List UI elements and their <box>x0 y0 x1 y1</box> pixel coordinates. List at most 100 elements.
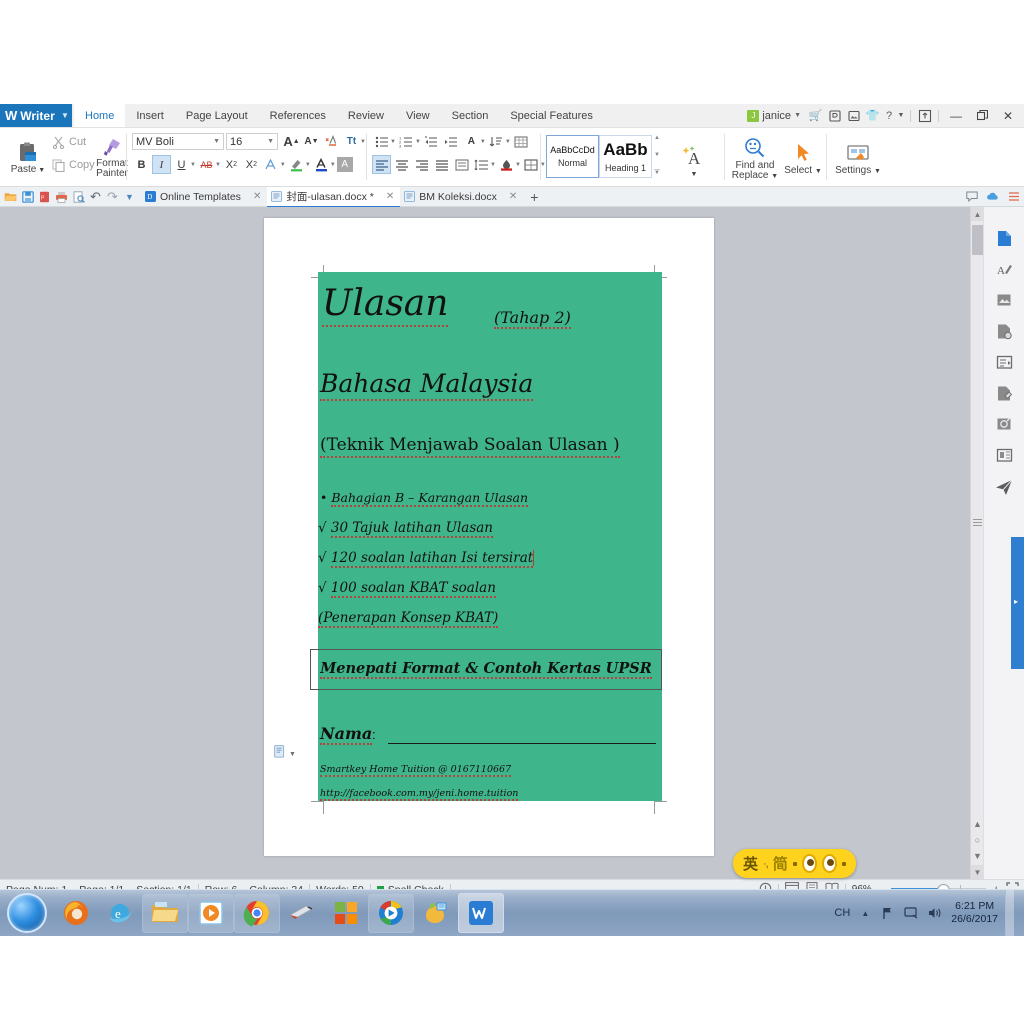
taskbar-item-chrome[interactable] <box>234 893 280 933</box>
taskbar-item-wps-writer[interactable] <box>458 893 504 933</box>
chevron-down-icon[interactable]: ▼ <box>390 139 396 145</box>
doc-tab-bm-koleksi[interactable]: BM Koleksi.docx ✕ <box>400 187 523 206</box>
taskbar-clock[interactable]: 6:21 PM 26/6/2017 <box>951 900 998 926</box>
chevron-down-icon[interactable]: ▼ <box>280 162 286 168</box>
doc-tab-online-templates[interactable]: D Online Templates ✕ <box>141 187 267 206</box>
ime-lang-label[interactable]: 简 <box>773 853 788 874</box>
taskbar-item-media-player[interactable] <box>188 893 234 933</box>
chevron-down-icon[interactable]: ▼ <box>480 139 486 145</box>
character-border-icon[interactable] <box>262 155 281 174</box>
chevron-down-icon[interactable]: ▼ <box>490 162 496 168</box>
increase-indent-icon[interactable] <box>442 132 461 151</box>
account-button[interactable]: J janice ▼ <box>747 110 801 122</box>
volume-icon[interactable] <box>926 905 942 921</box>
cart-icon[interactable]: 🛒 <box>807 107 824 124</box>
paragraph-shading-icon[interactable] <box>497 155 516 174</box>
text-shading-icon[interactable]: A <box>337 157 353 172</box>
brand-caret-icon[interactable]: ▼ <box>58 104 72 127</box>
justify-icon[interactable] <box>432 155 451 174</box>
redo-icon[interactable]: ↷ <box>105 188 120 205</box>
sort-icon[interactable] <box>487 132 506 151</box>
tray-language-indicator[interactable]: CH <box>834 907 850 919</box>
image-icon[interactable] <box>845 107 862 124</box>
restore-button[interactable] <box>970 105 994 126</box>
ribbon-tab-view[interactable]: View <box>395 104 441 127</box>
styles-more[interactable]: ▼ <box>654 169 660 176</box>
ribbon-tab-page-layout[interactable]: Page Layout <box>175 104 259 127</box>
strikethrough-button[interactable]: AB <box>197 155 216 174</box>
send-icon[interactable] <box>984 471 1024 502</box>
taskbar-item-microsoft-store[interactable] <box>324 893 368 933</box>
chevron-down-icon[interactable]: ▼ <box>215 162 221 168</box>
new-style-button[interactable]: A ▼ <box>670 135 718 189</box>
decrease-indent-icon[interactable] <box>422 132 441 151</box>
help-caret-icon[interactable]: ▼ <box>897 107 905 124</box>
skin-icon[interactable]: 👕 <box>864 107 881 124</box>
font-size-select[interactable]: 16 ▼ <box>226 133 278 150</box>
copy-button[interactable]: Copy <box>52 156 95 174</box>
font-family-select[interactable]: MV Boli ▼ <box>132 133 224 150</box>
font-color-icon[interactable] <box>312 155 331 174</box>
ribbon-tab-review[interactable]: Review <box>337 104 395 127</box>
taskbar-item-file-explorer[interactable] <box>142 893 188 933</box>
show-desktop-button[interactable] <box>1005 890 1014 936</box>
bullet-list-icon[interactable] <box>372 132 391 151</box>
picture-pane-icon[interactable] <box>984 285 1024 316</box>
chart-pane-icon[interactable] <box>984 440 1024 471</box>
vertical-scrollbar[interactable]: ▲ ▲ ○ ▼ ▼ <box>970 207 984 879</box>
highlight-icon[interactable] <box>287 155 306 174</box>
close-icon[interactable]: ✕ <box>509 191 517 202</box>
chevron-down-icon[interactable]: ▼ <box>305 162 311 168</box>
print-icon[interactable] <box>54 188 69 205</box>
distribute-icon[interactable] <box>452 155 471 174</box>
bold-button[interactable]: B <box>132 155 151 174</box>
select-button[interactable]: Select ▼ <box>782 132 824 186</box>
save-icon[interactable] <box>20 188 35 205</box>
doc-tools-icon[interactable] <box>984 378 1024 409</box>
line-spacing-icon[interactable] <box>472 155 491 174</box>
ime-toolbar[interactable]: 英 ·, 简 <box>733 849 856 878</box>
taskbar-item-snipping-tool[interactable] <box>280 893 324 933</box>
asian-layout-icon[interactable]: A <box>462 132 481 151</box>
cloud-icon[interactable] <box>985 188 1000 205</box>
align-center-icon[interactable] <box>392 155 411 174</box>
borders-icon[interactable] <box>522 155 541 174</box>
network-icon[interactable] <box>880 905 896 921</box>
style-heading-1[interactable]: AaBb Heading 1 <box>599 135 652 178</box>
ribbon-tab-home[interactable]: Home <box>74 104 125 127</box>
taskbar-item-firefox[interactable] <box>54 893 98 933</box>
format-painter-button[interactable]: FormatPainter <box>90 131 134 185</box>
scroll-thumb[interactable] <box>972 225 983 255</box>
taskbar-item-qq-player[interactable] <box>368 893 414 933</box>
pdf-icon[interactable] <box>826 107 843 124</box>
chevron-down-icon[interactable]: ▼ <box>190 162 196 168</box>
task-pane-expand-handle[interactable]: ▸ <box>1011 537 1024 669</box>
italic-button[interactable]: I <box>152 155 171 174</box>
shrink-font-button[interactable]: A▼ <box>302 132 321 151</box>
comment-icon[interactable] <box>964 188 979 205</box>
cut-button[interactable]: Cut <box>52 133 86 151</box>
document-pane-icon[interactable] <box>984 223 1024 254</box>
chevron-down-icon[interactable]: ▼ <box>515 162 521 168</box>
chevron-down-icon[interactable]: ▼ <box>330 162 336 168</box>
start-button[interactable] <box>0 891 54 935</box>
close-button[interactable]: ✕ <box>996 105 1020 126</box>
align-right-icon[interactable] <box>412 155 431 174</box>
styles-scroll-up[interactable]: ▲ <box>654 135 660 141</box>
open-icon[interactable] <box>3 188 18 205</box>
screenshot-icon[interactable] <box>984 409 1024 440</box>
close-icon[interactable]: ✕ <box>386 191 394 202</box>
doc-repair-icon[interactable] <box>984 316 1024 347</box>
settings-button[interactable]: Settings ▼ <box>832 132 884 186</box>
show-hidden-icons-icon[interactable]: ▲ <box>857 905 873 921</box>
customize-toolbar-icon[interactable]: ▼ <box>122 188 137 205</box>
action-center-icon[interactable] <box>903 905 919 921</box>
paste-options-button[interactable]: ▼ <box>274 745 296 764</box>
grow-font-button[interactable]: A▲ <box>282 132 301 151</box>
chevron-down-icon[interactable]: ▼ <box>289 751 296 758</box>
export-pdf-icon[interactable]: P <box>37 188 52 205</box>
show-marks-icon[interactable] <box>512 132 531 151</box>
chevron-down-icon[interactable]: ▼ <box>505 139 511 145</box>
subscript-button[interactable]: X2 <box>242 155 261 174</box>
text-effect-button[interactable]: Tt <box>342 132 361 151</box>
